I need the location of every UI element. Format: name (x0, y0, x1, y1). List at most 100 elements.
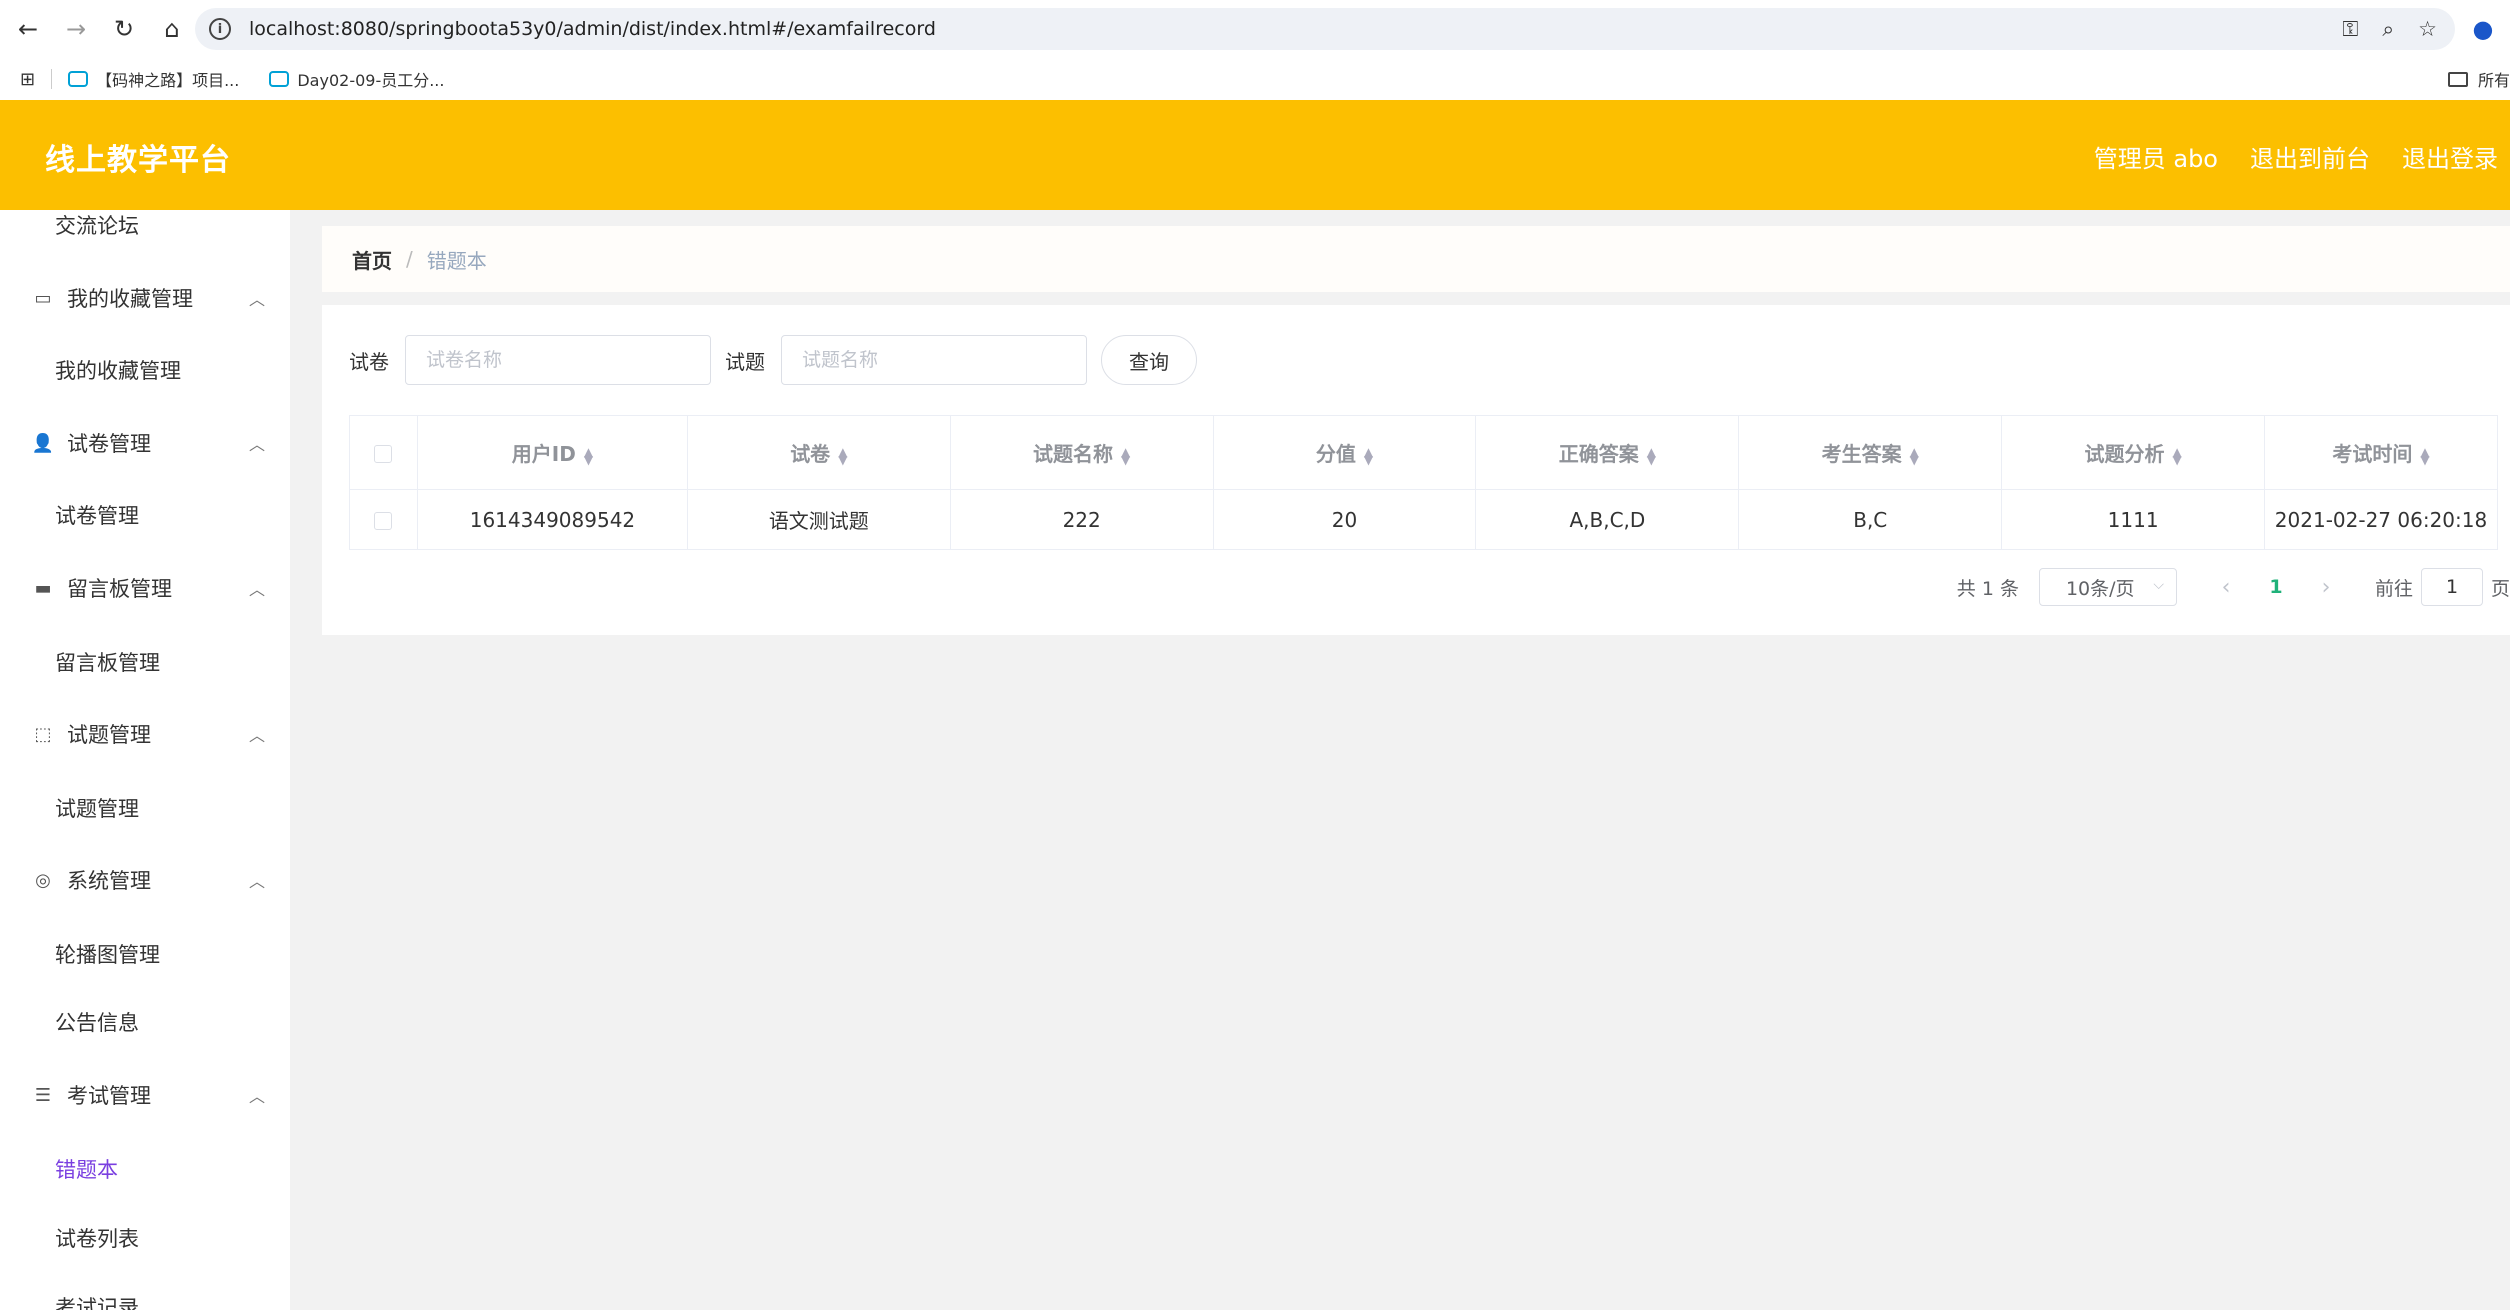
cell-correct-answer: A,B,C,D (1475, 489, 1740, 550)
brand-title: 线上教学平台 (45, 143, 231, 178)
bilibili-icon (68, 71, 89, 87)
paper-name-input[interactable] (405, 335, 711, 385)
bookmark-label: Day02-09-员工分... (297, 71, 445, 90)
sidebar-item-question[interactable]: 试题管理 (55, 793, 139, 823)
page-number[interactable]: 1 (2251, 576, 2301, 598)
sidebar-item-carousel[interactable]: 轮播图管理 (55, 939, 160, 969)
zoom-icon[interactable]: ⌕ (2382, 17, 2394, 42)
sidebar-item-paper[interactable]: 试卷管理 (55, 500, 139, 530)
breadcrumb-current: 错题本 (426, 248, 487, 273)
lifebuoy-icon: ◎ (35, 869, 51, 891)
cell-student-answer: B,C (1738, 489, 2003, 550)
apps-grid-icon[interactable]: ⊞ (20, 69, 35, 90)
page-size-value: 10条/页 (2065, 577, 2135, 600)
sidebar-group-label: 试卷管理 (67, 432, 151, 456)
table-row[interactable]: 1614349089542 语文测试题 222 20 A,B,C,D B,C 1… (349, 489, 2498, 550)
sidebar-item-exam-record[interactable]: 考试记录 (55, 1292, 139, 1310)
bookmark-star-icon[interactable]: ☆ (2418, 17, 2437, 41)
app-header: 线上教学平台 管理员 abo 退出到前台 退出登录 (0, 100, 2510, 210)
sidebar-group-question[interactable]: ⬚ 试题管理 ︿ (33, 716, 265, 752)
bookmark-item[interactable]: Day02-09-员工分... (269, 67, 444, 91)
sort-icon[interactable]: ▲ ▼ (2172, 446, 2181, 466)
column-header[interactable]: 考试时间 ▲ ▼ (2264, 415, 2498, 490)
sort-icon[interactable]: ▲ ▼ (584, 446, 593, 466)
chevron-up-icon: ︿ (248, 1087, 265, 1106)
cell-exam-time: 2021-02-27 06:20:18 (2264, 489, 2498, 550)
sidebar-group-board[interactable]: ▬ 留言板管理 ︿ (33, 570, 265, 606)
exit-to-frontend-link[interactable]: 退出到前台 (2250, 139, 2370, 174)
breadcrumb-home[interactable]: 首页 (352, 245, 392, 274)
home-icon[interactable]: ⌂ (152, 9, 192, 49)
bookmark-label: 【码神之路】项目... (96, 71, 240, 90)
row-checkbox[interactable] (374, 512, 393, 530)
column-header[interactable]: 试题名称 ▲ ▼ (949, 415, 1214, 490)
sidebar-group-system[interactable]: ◎ 系统管理 ︿ (33, 862, 265, 898)
prev-page-icon[interactable]: ‹ (2201, 575, 2251, 600)
pagination: 共 1 条 10条/页 ⌵ ‹ 1 › 前往 页 (1957, 567, 2510, 607)
browser-toolbar: ← → ↻ ⌂ i localhost:8080/springboota53y0… (0, 0, 2510, 58)
sort-icon[interactable]: ▲ ▼ (1647, 446, 1656, 466)
sidebar-item-notice[interactable]: 公告信息 (55, 1007, 139, 1037)
bilibili-icon (269, 71, 290, 87)
profile-icon[interactable]: ● (2468, 14, 2498, 44)
site-info-icon[interactable]: i (209, 18, 231, 40)
sidebar: 交流论坛 ▭ 我的收藏管理 ︿ 我的收藏管理 👤 试卷管理 ︿ 试卷管理 ▬ 留… (0, 210, 290, 1310)
select-all-checkbox[interactable] (374, 445, 393, 463)
all-bookmarks[interactable]: 所有 (2447, 58, 2510, 100)
collect-icon: ▭ (34, 287, 52, 309)
column-header[interactable]: 用户ID ▲ ▼ (416, 415, 688, 490)
sidebar-group-exam[interactable]: ☰ 考试管理 ︿ (33, 1077, 265, 1113)
column-header[interactable]: 考生答案 ▲ ▼ (1738, 415, 2003, 490)
next-page-icon[interactable]: › (2301, 575, 2351, 600)
wrong-questions-table: 用户ID ▲ ▼ 试卷 ▲ ▼ 试题名称 ▲ ▼ 分值 ▲ ▼ 正确答案 ▲ ▼ 考生答案 ▲ ▼ 试题… (349, 415, 2498, 550)
forward-icon[interactable]: → (56, 9, 96, 49)
row-select-cell (349, 489, 418, 550)
sidebar-group-paper[interactable]: 👤 试卷管理 ︿ (31, 425, 265, 461)
password-key-icon[interactable]: ⚿ (2342, 17, 2358, 42)
folder-icon (2447, 71, 2468, 87)
sidebar-item-forum[interactable]: 交流论坛 (55, 210, 139, 240)
sidebar-item-wrongbook[interactable]: 错题本 (55, 1154, 118, 1184)
paper-label: 试卷 (349, 349, 389, 374)
back-icon[interactable]: ← (8, 9, 48, 49)
chart-icon: ⬚ (34, 723, 52, 745)
sidebar-item-board[interactable]: 留言板管理 (55, 647, 160, 677)
sort-icon[interactable]: ▲ ▼ (1121, 446, 1130, 466)
sidebar-group-label: 试题管理 (67, 723, 151, 747)
logout-link[interactable]: 退出登录 (2402, 139, 2498, 174)
cell-user-id: 1614349089542 (416, 489, 688, 550)
column-header[interactable]: 正确答案 ▲ ▼ (1475, 415, 1740, 490)
admin-user-link[interactable]: 管理员 abo (2094, 139, 2218, 174)
question-name-input[interactable] (781, 335, 1087, 385)
sort-icon[interactable]: ▲ ▼ (838, 446, 847, 466)
sort-icon[interactable]: ▲ ▼ (1910, 446, 1919, 466)
column-header[interactable]: 试题分析 ▲ ▼ (2001, 415, 2266, 490)
sidebar-group-label: 考试管理 (67, 1084, 151, 1108)
user-icon: 👤 (31, 432, 55, 454)
page-size-select[interactable]: 10条/页 ⌵ (2038, 568, 2177, 606)
search-form: 试卷 试题 查询 (349, 335, 1197, 385)
sidebar-item-collect[interactable]: 我的收藏管理 (55, 355, 181, 385)
search-button[interactable]: 查询 (1101, 335, 1197, 385)
breadcrumb: 首页 / 错题本 (322, 226, 2510, 292)
sort-icon[interactable]: ▲ ▼ (2420, 446, 2429, 466)
goto-page-input[interactable] (2420, 568, 2483, 606)
chevron-up-icon: ︿ (248, 290, 265, 309)
address-bar[interactable]: i localhost:8080/springboota53y0/admin/d… (195, 8, 2455, 50)
column-header[interactable]: 试卷 ▲ ▼ (686, 415, 951, 490)
bookmarks-divider (51, 69, 53, 89)
reload-icon[interactable]: ↻ (104, 9, 144, 49)
goto-label: 前往 (2374, 577, 2413, 600)
bookmarks-bar: ⊞ 【码神之路】项目... Day02-09-员工分... 所有 (0, 58, 2510, 100)
sidebar-group-label: 留言板管理 (67, 577, 172, 601)
cell-question-name: 222 (949, 489, 1214, 550)
all-bookmarks-label: 所有 (2477, 71, 2510, 90)
chevron-up-icon: ︿ (248, 726, 265, 745)
sidebar-group-collect[interactable]: ▭ 我的收藏管理 ︿ (33, 280, 265, 316)
sort-icon[interactable]: ▲ ▼ (1364, 446, 1373, 466)
sidebar-group-label: 我的收藏管理 (67, 287, 193, 311)
column-header[interactable]: 分值 ▲ ▼ (1212, 415, 1477, 490)
url-text[interactable]: localhost:8080/springboota53y0/admin/dis… (249, 18, 936, 40)
sidebar-item-paper-list[interactable]: 试卷列表 (55, 1223, 139, 1253)
bookmark-item[interactable]: 【码神之路】项目... (68, 67, 239, 91)
